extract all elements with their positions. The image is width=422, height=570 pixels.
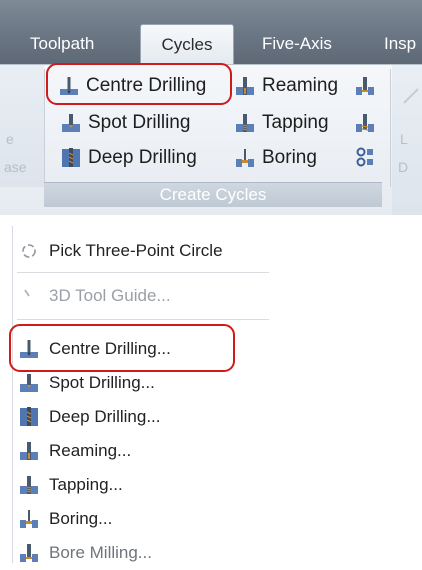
tapping-icon: [20, 476, 38, 494]
highlight-ring: [9, 324, 235, 372]
tab-inspect[interactable]: Insp: [384, 24, 422, 64]
feature-set-icon[interactable]: [354, 146, 376, 168]
boring-icon: [20, 510, 38, 528]
highlight-ring: [46, 63, 232, 105]
bore-milling-icon[interactable]: [354, 75, 376, 97]
menu-item-label: Deep Drilling...: [49, 407, 161, 426]
ribbon-item-label: Spot Drilling: [88, 112, 191, 133]
right-group-faded-text-2: D: [398, 159, 409, 175]
menu-item-label: Reaming...: [49, 441, 132, 460]
menu-item-label: 3D Tool Guide...: [49, 286, 171, 305]
menu-item-boring[interactable]: Boring...: [13, 502, 269, 536]
create-cycles-group-bar: Create Cycles: [44, 182, 382, 207]
ribbon-item-label: Boring: [262, 147, 317, 168]
menu-item-3d-tool-guide[interactable]: 3D Tool Guide...: [13, 279, 269, 313]
menu-item-label: Boring...: [49, 509, 113, 528]
tab-toolpath[interactable]: Toolpath: [22, 24, 130, 64]
menu-item-pick-three-point-circle[interactable]: Pick Three-Point Circle: [13, 234, 269, 268]
ribbon-spot-drilling[interactable]: Spot Drilling: [60, 107, 190, 139]
ribbon-boring[interactable]: Boring: [234, 142, 317, 174]
tab-cycles[interactable]: Cycles: [140, 24, 234, 65]
left-group-faded-text-2: ase: [4, 159, 27, 175]
group-divider-right: [390, 69, 391, 187]
menu-item-deep-drilling[interactable]: Deep Drilling...: [13, 400, 269, 434]
ribbon-item-label: Deep Drilling: [88, 147, 197, 168]
ribbon: Toolpath Cycles Five-Axis Insp e ase L D…: [0, 0, 422, 215]
menu-item-tapping[interactable]: Tapping...: [13, 468, 269, 502]
menu-item-label: Spot Drilling...: [49, 373, 155, 392]
circle-icon: [22, 244, 36, 258]
ribbon-reaming[interactable]: Reaming: [234, 70, 338, 102]
reaming-icon: [20, 442, 38, 460]
ribbon-tapping[interactable]: Tapping: [234, 107, 329, 139]
right-group-faded-text: L: [400, 131, 408, 147]
menu-separator: [17, 272, 269, 273]
menu-item-label: Tapping...: [49, 475, 123, 494]
tool-guide-icon: [24, 289, 30, 297]
ribbon-item-label: Reaming: [262, 75, 339, 96]
faded-tool-icon: [403, 88, 419, 104]
bore-milling-icon: [20, 544, 38, 562]
thread-milling-icon[interactable]: [354, 112, 376, 134]
ribbon-deep-drilling[interactable]: Deep Drilling: [60, 142, 197, 174]
menu-item-label: Bore Milling...: [49, 543, 152, 562]
cycles-dropdown-menu: Pick Three-Point Circle 3D Tool Guide...…: [9, 226, 269, 563]
left-group-faded-text: e: [6, 131, 14, 147]
reaming-icon: [236, 77, 254, 95]
spot-drilling-icon: [20, 374, 38, 392]
menu-separator: [17, 319, 269, 320]
create-cycles-group-label: Create Cycles: [159, 185, 267, 204]
ribbon-item-label: Tapping: [262, 112, 329, 133]
tapping-icon: [236, 114, 254, 132]
menu-item-bore-milling[interactable]: Bore Milling...: [13, 536, 269, 570]
menu-item-spot-drilling[interactable]: Spot Drilling...: [13, 366, 269, 400]
boring-icon: [236, 149, 254, 167]
menu-item-label: Pick Three-Point Circle: [49, 241, 223, 260]
tab-five-axis[interactable]: Five-Axis: [262, 24, 362, 64]
menu-item-reaming[interactable]: Reaming...: [13, 434, 269, 468]
group-divider: [44, 69, 45, 187]
spot-drilling-icon: [62, 114, 80, 132]
deep-drilling-icon: [20, 407, 38, 426]
ribbon-tab-bar: Toolpath Cycles Five-Axis Insp: [0, 0, 422, 65]
deep-drilling-icon: [62, 148, 80, 167]
